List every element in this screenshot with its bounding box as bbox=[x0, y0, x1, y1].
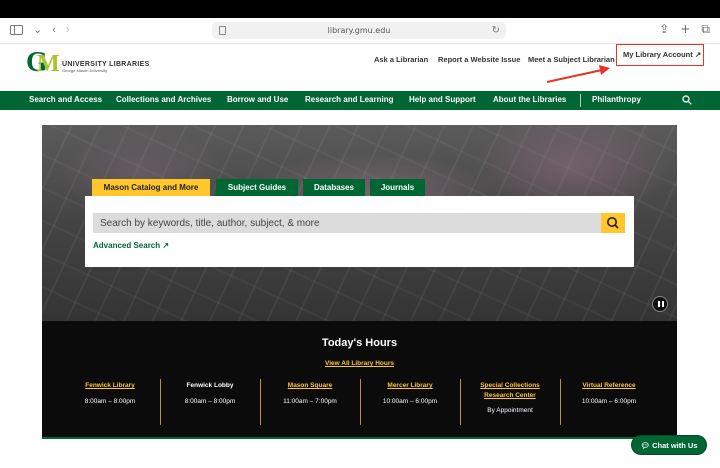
chat-with-us-button[interactable]: 💬︎ Chat with Us bbox=[631, 435, 707, 455]
report-issue-link[interactable]: Report a Website Issue bbox=[438, 55, 520, 64]
nav-search-icon[interactable] bbox=[682, 95, 692, 105]
tab-databases[interactable]: Databases bbox=[303, 179, 365, 196]
tab-subject-guides[interactable]: Subject Guides bbox=[216, 179, 298, 196]
tab-mason-catalog[interactable]: Mason Catalog and More bbox=[92, 179, 210, 196]
location-hours: 8:00am – 8:00pm bbox=[184, 398, 236, 405]
location-hours: 10:00am – 6:00pm bbox=[581, 398, 637, 405]
new-tab-icon[interactable]: + bbox=[680, 22, 690, 37]
screen-top-bar bbox=[0, 0, 720, 18]
meet-librarian-link[interactable]: Meet a Subject Librarian bbox=[528, 55, 615, 64]
nav-philanthropy[interactable]: Philanthropy bbox=[592, 95, 641, 104]
location-name-link[interactable]: Mercer Library bbox=[360, 381, 460, 391]
advanced-search-link[interactable]: Advanced Search ↗ bbox=[93, 241, 169, 250]
location-name-link[interactable]: Mason Square bbox=[260, 381, 360, 391]
location-name-link[interactable]: Special Collections Research Center bbox=[460, 381, 560, 401]
ask-librarian-link[interactable]: Ask a Librarian bbox=[374, 55, 428, 64]
nav-help-and-support[interactable]: Help and Support bbox=[409, 95, 476, 104]
location-name-line1: Special Collections bbox=[480, 382, 540, 389]
nav-divider bbox=[580, 94, 581, 107]
location-special-collections: Special Collections Research Center By A… bbox=[460, 381, 560, 414]
tab-overview-icon[interactable]: ⧉ bbox=[701, 22, 710, 37]
my-library-account-link[interactable]: My Library Account ↗ bbox=[623, 50, 701, 59]
location-mason-square: Mason Square 11:00am – 7:00pm bbox=[260, 381, 360, 405]
chat-label: Chat with Us bbox=[652, 441, 698, 450]
location-name: Fenwick Lobby bbox=[186, 382, 234, 389]
nav-borrow-and-use[interactable]: Borrow and Use bbox=[227, 95, 288, 104]
my-library-account-highlight: My Library Account ↗ bbox=[616, 44, 704, 66]
share-icon[interactable]: ⇪ bbox=[659, 22, 669, 37]
page-icon bbox=[219, 26, 226, 35]
forward-arrow-icon[interactable]: › bbox=[66, 24, 70, 36]
view-all-hours-link[interactable]: View All Library Hours bbox=[42, 360, 677, 367]
browser-right-controls: ⇪ + ⧉ bbox=[659, 22, 710, 37]
location-fenwick-library: Fenwick Library 8:00am – 8:00pm bbox=[60, 381, 160, 405]
search-icon bbox=[607, 217, 619, 229]
catalog-search-input[interactable] bbox=[93, 213, 601, 233]
pause-icon[interactable] bbox=[652, 296, 668, 312]
browser-left-controls: ⌄ ‹ › bbox=[10, 23, 70, 36]
reload-icon[interactable]: ↻ bbox=[492, 22, 500, 39]
location-hours: 11:00am – 7:00pm bbox=[283, 398, 337, 405]
location-name-link[interactable]: Virtual Reference bbox=[559, 381, 659, 391]
address-url: library.gmu.edu bbox=[327, 26, 391, 35]
location-virtual-reference: Virtual Reference 10:00am – 6:00pm bbox=[559, 381, 659, 405]
nav-about-the-libraries[interactable]: About the Libraries bbox=[493, 95, 566, 104]
location-mercer-library: Mercer Library 10:00am – 6:00pm bbox=[360, 381, 460, 405]
nav-research-and-learning[interactable]: Research and Learning bbox=[305, 95, 393, 104]
annotation-arrow-icon bbox=[546, 65, 610, 83]
tab-journals[interactable]: Journals bbox=[370, 179, 425, 196]
search-panel: Advanced Search ↗ bbox=[85, 196, 634, 267]
main-nav: Search and Access Collections and Archiv… bbox=[0, 91, 720, 110]
sidebar-toggle-icon[interactable] bbox=[10, 24, 23, 35]
hours-title: Today's Hours bbox=[321, 337, 398, 349]
location-hours: 8:00am – 8:00pm bbox=[84, 398, 136, 405]
todays-hours-section: Today's Hours View All Library Hours Fen… bbox=[42, 321, 677, 439]
location-fenwick-lobby: Fenwick Lobby 8:00am – 8:00pm bbox=[160, 381, 260, 405]
address-bar[interactable]: library.gmu.edu ↻ bbox=[212, 22, 506, 39]
location-name-link[interactable]: Fenwick Library bbox=[60, 381, 160, 391]
chat-bubble-icon: 💬︎ bbox=[640, 441, 650, 450]
location-hours: By Appointment bbox=[487, 407, 533, 414]
dropdown-chevron-icon[interactable]: ⌄ bbox=[33, 23, 42, 36]
back-arrow-icon[interactable]: ‹ bbox=[52, 24, 56, 36]
nav-search-and-access[interactable]: Search and Access bbox=[29, 95, 102, 104]
location-name-line2: Research Center bbox=[484, 392, 536, 399]
nav-collections-and-archives[interactable]: Collections and Archives bbox=[116, 95, 211, 104]
search-button[interactable] bbox=[601, 213, 625, 233]
location-hours: 10:00am – 6:00pm bbox=[382, 398, 438, 405]
browser-toolbar: ⌄ ‹ › library.gmu.edu ↻ ⇪ + ⧉ bbox=[0, 18, 720, 44]
